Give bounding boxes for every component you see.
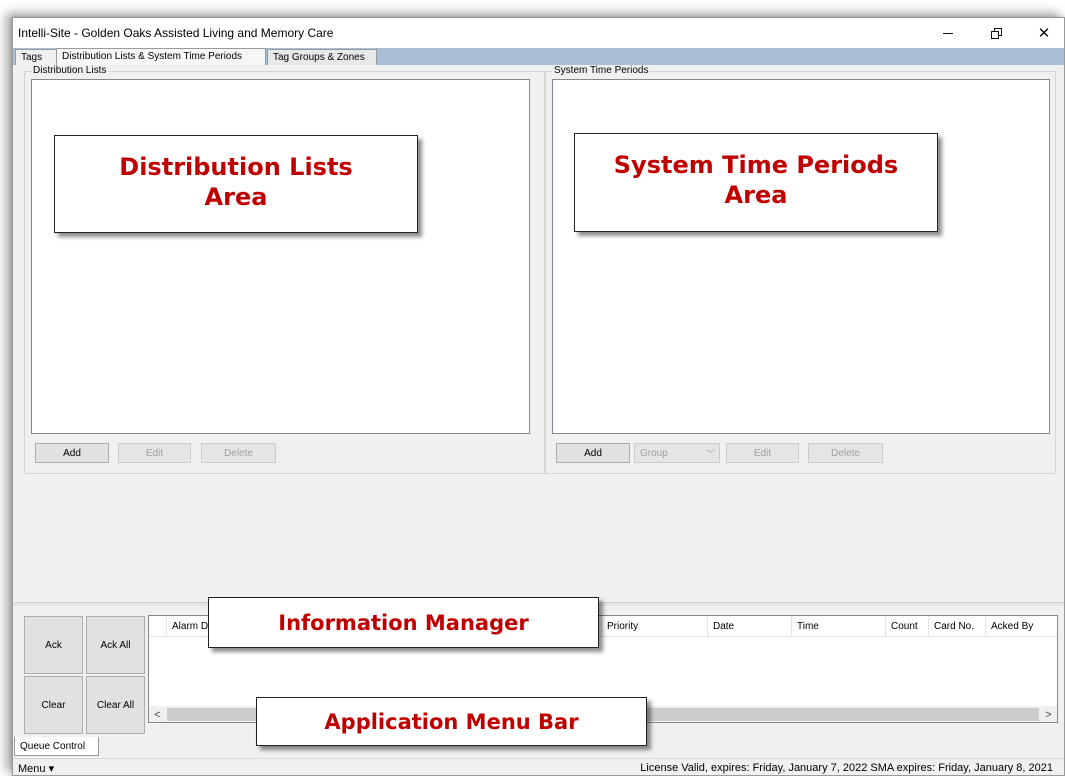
minimize-button[interactable] (925, 18, 971, 48)
distribution-lists-list[interactable] (31, 79, 530, 434)
tab-tag-groups-zones[interactable]: Tag Groups & Zones (267, 49, 377, 65)
group-dropdown-value: Group (640, 447, 668, 459)
column-header-date[interactable]: Date (707, 616, 791, 637)
menu-dropdown[interactable]: Menu ▾ (18, 762, 54, 775)
callout-line: System Time Periods (613, 151, 899, 179)
system-time-periods-title: System Time Periods (552, 65, 651, 76)
status-bar: Menu ▾ License Valid, expires: Friday, J… (13, 758, 1064, 775)
window-title: Intelli-Site - Golden Oaks Assisted Livi… (18, 26, 334, 40)
system-time-periods-area-callout: System Time Periods Area (574, 133, 938, 232)
clear-button[interactable]: Clear (24, 676, 83, 734)
distribution-delete-button[interactable]: Delete (201, 443, 276, 463)
clear-all-button[interactable]: Clear All (86, 676, 145, 734)
app-window: Intelli-Site - Golden Oaks Assisted Livi… (12, 17, 1065, 776)
callout-line: Area (724, 181, 788, 209)
time-period-edit-button[interactable]: Edit (726, 443, 799, 463)
column-header-card-no[interactable]: Card No. (928, 616, 985, 637)
chevron-down-icon: ﹀ (705, 449, 715, 459)
information-manager-callout: Information Manager (208, 597, 599, 648)
time-period-add-button[interactable]: Add (556, 443, 630, 463)
tab-tags[interactable]: Tags (15, 49, 57, 65)
time-period-delete-button[interactable]: Delete (808, 443, 883, 463)
tab-content: Distribution Lists Add Edit Delete Syste… (13, 65, 1064, 605)
column-header-count[interactable]: Count (885, 616, 928, 637)
scroll-left-icon[interactable]: < (149, 706, 166, 722)
tab-distribution-lists-system-time-periods[interactable]: Distribution Lists & System Time Periods (56, 48, 266, 65)
system-time-periods-group: System Time Periods Add Group ﹀ Edit Del… (545, 65, 1056, 474)
distribution-edit-button[interactable]: Edit (118, 443, 191, 463)
distribution-lists-title: Distribution Lists (31, 65, 109, 76)
close-icon: ✕ (1037, 25, 1051, 42)
title-bar: Intelli-Site - Golden Oaks Assisted Livi… (13, 18, 1064, 48)
distribution-add-button[interactable]: Add (35, 443, 109, 463)
column-header-time[interactable]: Time (791, 616, 885, 637)
minimize-icon (943, 32, 953, 34)
restore-icon (990, 27, 1002, 39)
tab-queue-control[interactable]: Queue Control (14, 737, 99, 756)
ack-all-button[interactable]: Ack All (86, 616, 145, 674)
application-menu-bar-callout: Application Menu Bar (256, 697, 647, 746)
distribution-lists-area-callout: Distribution Lists Area (54, 135, 418, 233)
ack-button[interactable]: Ack (24, 616, 83, 674)
group-dropdown[interactable]: Group ﹀ (634, 443, 720, 463)
license-status: License Valid, expires: Friday, January … (640, 762, 1053, 774)
restore-button[interactable] (973, 18, 1019, 48)
scroll-right-icon[interactable]: > (1040, 706, 1057, 722)
close-button[interactable]: ✕ (1021, 18, 1064, 48)
callout-line: Area (204, 183, 268, 211)
column-header-acked-by[interactable]: Acked By (985, 616, 1057, 637)
distribution-lists-group: Distribution Lists Add Edit Delete (24, 65, 545, 474)
main-tab-strip: Tags Distribution Lists & System Time Pe… (13, 48, 1064, 65)
column-header-priority[interactable]: Priority (601, 616, 707, 637)
callout-line: Distribution Lists (119, 153, 353, 181)
